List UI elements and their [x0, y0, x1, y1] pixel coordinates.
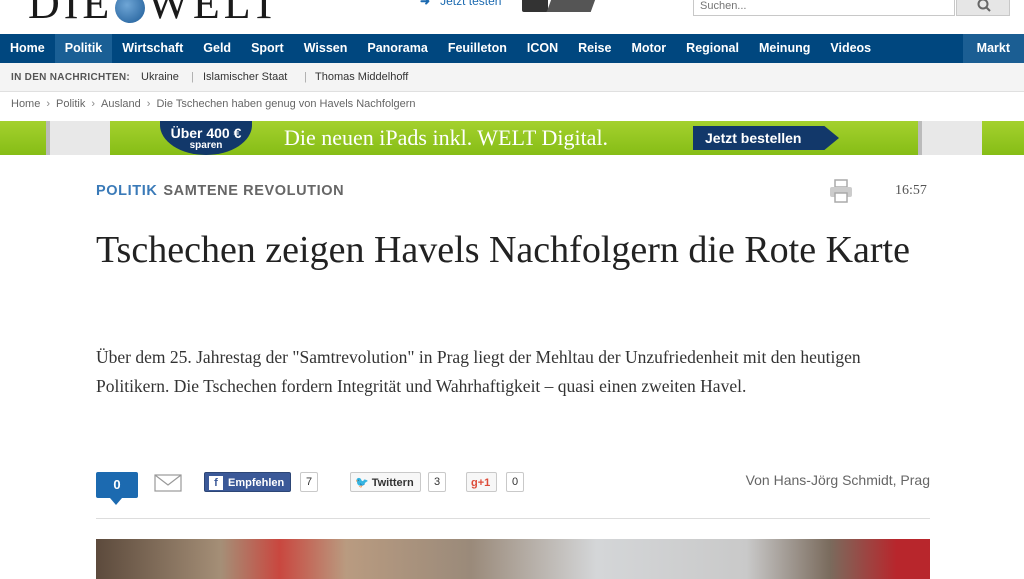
facebook-icon: f: [209, 476, 223, 491]
gplus-icon: g: [471, 477, 478, 489]
gplus-count: 0: [506, 472, 525, 492]
section-label[interactable]: POLITIK: [96, 183, 157, 199]
facebook-label: Empfehlen: [228, 477, 285, 489]
ad-banner[interactable]: Über 400 € sparen Die neuen iPads inkl. …: [0, 121, 1024, 155]
search-icon: [977, 0, 991, 12]
chevron-right-icon: ›: [91, 98, 96, 110]
chevron-right-icon: ›: [46, 98, 51, 110]
discount-amount: Über 400 €: [170, 125, 242, 141]
article-author: Von Hans-Jörg Schmidt, Prag: [745, 472, 930, 488]
banner-headline: Die neuen iPads inkl. WELT Digital.: [284, 125, 609, 150]
article-title: Tschechen zeigen Havels Nachfolgern die …: [96, 229, 910, 271]
order-now-button[interactable]: Jetzt bestellen: [693, 126, 839, 150]
ticker-separator: |: [191, 71, 194, 83]
globe-icon: [115, 0, 146, 23]
nav-item-markt[interactable]: Markt: [962, 34, 1024, 63]
ticker-item-middelhoff[interactable]: Thomas Middelhoff: [315, 63, 408, 92]
chevron-right-icon: ›: [146, 98, 151, 110]
devices-icon: [522, 0, 598, 12]
promo-link-label: Jetzt testen: [440, 0, 502, 8]
nav-item-home[interactable]: Home: [0, 34, 55, 63]
nav-item-sport[interactable]: Sport: [241, 34, 294, 63]
twitter-bird-icon: 🐦: [355, 477, 369, 489]
divider: [96, 518, 930, 519]
comment-count-button[interactable]: 0: [96, 472, 138, 505]
search-input[interactable]: [693, 0, 955, 16]
twitter-count: 3: [428, 472, 447, 492]
breadcrumb-politik[interactable]: Politik: [56, 98, 85, 110]
breadcrumb-home[interactable]: Home: [11, 98, 40, 110]
social-bar: 0 f Empfehlen 7 🐦 Twittern 3 g+1 0 Von Han…: [96, 470, 930, 510]
nav-item-wissen[interactable]: Wissen: [294, 34, 358, 63]
discount-badge: Über 400 € sparen: [160, 121, 252, 155]
twitter-label: Twittern: [371, 477, 414, 489]
nav-item-geld[interactable]: Geld: [193, 34, 241, 63]
nav-item-reise[interactable]: Reise: [568, 34, 621, 63]
mail-icon[interactable]: [154, 474, 182, 492]
breadcrumb-current: Die Tschechen haben genug von Havels Nac…: [156, 98, 416, 110]
print-icon[interactable]: [828, 178, 854, 204]
newspaper-thumbnail: [918, 121, 982, 155]
search-button[interactable]: [956, 0, 1010, 16]
ticker-item-islamischer-staat[interactable]: Islamischer Staat: [203, 63, 287, 92]
site-logo[interactable]: DIE WELT: [28, 0, 281, 29]
nav-item-panorama[interactable]: Panorama: [357, 34, 437, 63]
news-ticker: IN DEN NACHRICHTEN: Ukraine | Islamische…: [0, 63, 1024, 92]
breadcrumb-ausland[interactable]: Ausland: [101, 98, 141, 110]
nav-item-politik[interactable]: Politik: [54, 34, 113, 63]
topic-label: SAMTENE REVOLUTION: [163, 183, 345, 199]
gplus-label: +1: [477, 477, 491, 489]
ticker-separator: |: [304, 71, 307, 83]
facebook-like-button[interactable]: f Empfehlen: [204, 472, 292, 492]
gplus-button[interactable]: g+1: [466, 472, 498, 492]
newspaper-thumbnail: [46, 121, 110, 155]
publish-time: 16:57: [895, 183, 927, 198]
nav-item-regional[interactable]: Regional: [676, 34, 749, 63]
article-image[interactable]: [96, 539, 930, 579]
nav-item-meinung[interactable]: Meinung: [749, 34, 820, 63]
main-nav: Home Politik Wirtschaft Geld Sport Wissen Pano…: [0, 34, 1024, 63]
article-kicker: POLITIK SAMTENE REVOLUTION: [96, 183, 344, 199]
facebook-count: 7: [300, 472, 319, 492]
twitter-button[interactable]: 🐦 Twittern: [350, 472, 421, 492]
article-lead: Über dem 25. Jahrestag der "Samtrevoluti…: [96, 347, 861, 396]
breadcrumb: Home › Politik › Ausland › Die Tschechen haben…: [11, 98, 416, 110]
nav-item-icon[interactable]: ICON: [517, 34, 568, 63]
discount-label: sparen: [189, 140, 223, 151]
nav-item-videos[interactable]: Videos: [820, 34, 881, 63]
arrow-right-icon: ➜: [420, 0, 431, 8]
nav-item-motor[interactable]: Motor: [621, 34, 676, 63]
nav-item-feuilleton[interactable]: Feuilleton: [438, 34, 517, 63]
ticker-label: IN DEN NACHRICHTEN:: [11, 72, 131, 83]
top-header: DIE WELT ➜ Jetzt testen: [0, 0, 1024, 34]
promo-link[interactable]: ➜ Jetzt testen: [420, 0, 501, 8]
nav-item-wirtschaft[interactable]: Wirtschaft: [112, 34, 193, 63]
ticker-item-ukraine[interactable]: Ukraine: [141, 63, 179, 92]
